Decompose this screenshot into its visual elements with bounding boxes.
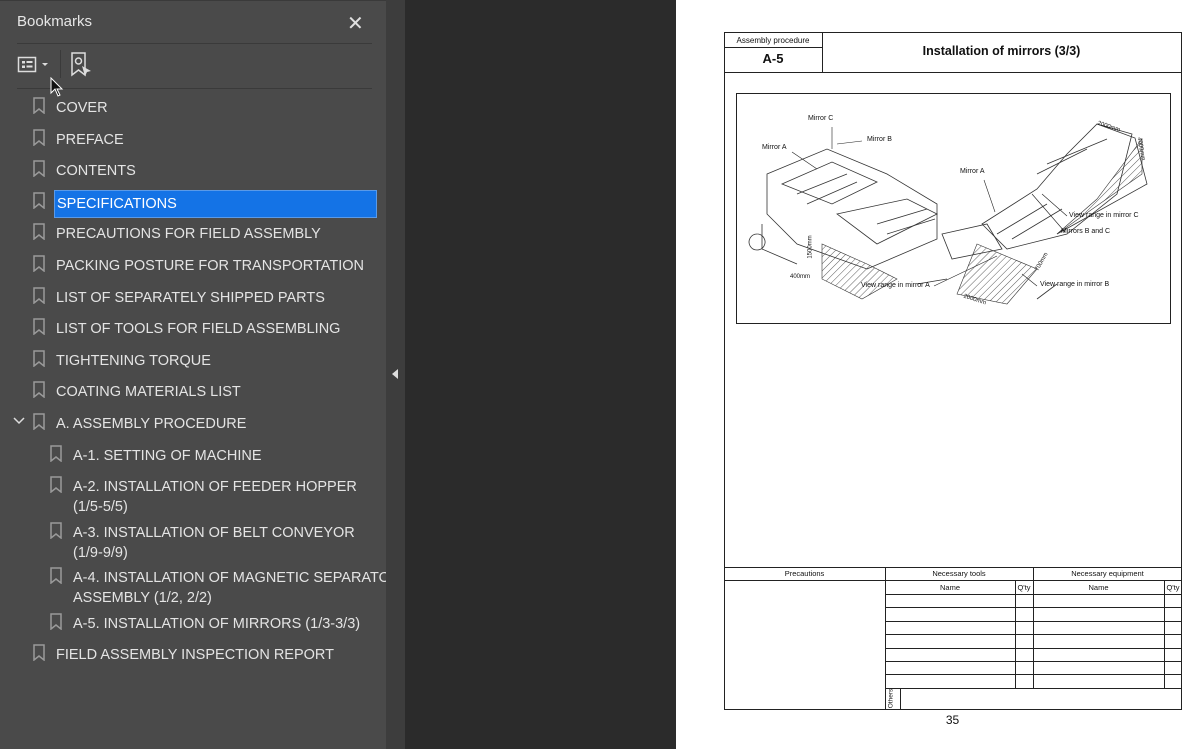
- bookmark-label: A-1. SETTING OF MACHINE: [73, 447, 262, 464]
- bookmark-label-line2: (1/5-5/5): [73, 499, 128, 516]
- header-tools: Necessary tools: [932, 569, 986, 578]
- label-view-b: View range in mirror B: [1040, 281, 1110, 288]
- label-mirrors-bc: Mirrors B and C: [1061, 228, 1111, 235]
- header-qty: Q'ty: [1017, 583, 1031, 592]
- divider: [17, 43, 372, 44]
- bookmark-label: COATING MATERIALS LIST: [56, 384, 241, 401]
- bookmark-icon: [33, 381, 45, 399]
- bookmark-label: COVER: [56, 100, 108, 116]
- page-title: Installation of mirrors (3/3): [922, 44, 1081, 58]
- label-view-c: View range in mirror C: [1069, 212, 1139, 219]
- bookmark-label: PREFACE: [56, 131, 124, 148]
- bookmarks-panel: Bookmarks ✕ COVER PREFACE CONTENTS SPECIFIC…: [0, 0, 400, 749]
- label-view-a: View range in mirror A: [861, 282, 930, 289]
- bookmark-icon: [33, 192, 45, 210]
- bookmark-icon: [33, 350, 45, 368]
- figure: Mirror C Mirror B Mirror A Mirror A View…: [736, 93, 1171, 324]
- bookmark-label: FIELD ASSEMBLY INSPECTION REPORT: [56, 647, 334, 664]
- bookmark-icon: [33, 413, 45, 431]
- label-others: Others: [887, 688, 895, 709]
- bookmark-label: PRECAUTIONS FOR FIELD ASSEMBLY: [56, 226, 321, 243]
- bookmark-label: LIST OF SEPARATELY SHIPPED PARTS: [56, 289, 325, 306]
- panel-title: Bookmarks: [17, 13, 93, 30]
- bookmark-label: CONTENTS: [56, 163, 136, 180]
- bookmark-icon: [33, 97, 45, 115]
- bookmark-icon: [33, 160, 45, 178]
- find-bookmark-button[interactable]: [70, 52, 94, 78]
- bookmark-icon: [33, 644, 45, 662]
- bookmark-label-line2: ASSEMBLY (1/2, 2/2): [73, 590, 212, 607]
- page-number: 35: [945, 713, 960, 727]
- bookmark-icon: [50, 567, 62, 585]
- mouse-cursor-icon: [50, 77, 64, 97]
- chevron-down-icon[interactable]: [12, 414, 26, 428]
- close-icon[interactable]: ✕: [347, 11, 364, 36]
- bookmark-icon: [50, 612, 62, 631]
- bookmark-icon: [33, 255, 45, 273]
- bookmark-label: LIST OF TOOLS FOR FIELD ASSEMBLING: [56, 321, 341, 338]
- bookmark-icon: [33, 128, 45, 147]
- divider: [17, 88, 372, 89]
- header-label: Assembly procedure: [736, 36, 810, 45]
- header-name: Name: [1088, 583, 1109, 592]
- label-mirror-a: Mirror A: [960, 168, 985, 175]
- bookmark-icon: [33, 223, 45, 241]
- bookmark-icon: [50, 476, 62, 494]
- bookmark-icon: [33, 286, 45, 305]
- label-mirror-c: Mirror C: [808, 115, 834, 122]
- document-background: [405, 0, 676, 749]
- bookmark-label-line2: (1/9-9/9): [73, 544, 128, 561]
- list-options-icon: [17, 56, 48, 73]
- label-mirror-a: Mirror A: [762, 144, 787, 151]
- collapse-panel-arrow-icon[interactable]: [392, 369, 398, 379]
- document-page: Assembly procedure A-5 Installation of m…: [676, 0, 1200, 749]
- options-button[interactable]: [17, 53, 53, 77]
- bookmark-icon: [50, 521, 62, 540]
- toolbar-separator: [60, 50, 61, 78]
- procedure-code: A-5: [762, 51, 784, 66]
- bookmark-label: A. ASSEMBLY PROCEDURE: [56, 416, 247, 432]
- header-precautions: Precautions: [784, 569, 825, 578]
- header-qty: Q'ty: [1166, 583, 1180, 592]
- bookmark-label: A-5. INSTALLATION OF MIRRORS (1/3-3/3): [73, 615, 361, 632]
- label-dim: 400mm: [790, 274, 811, 280]
- header-name: Name: [939, 583, 960, 592]
- bookmark-icon: [33, 318, 45, 336]
- find-bookmark-icon: [71, 52, 91, 77]
- bookmark-label: SPECIFICATIONS: [54, 189, 377, 218]
- header-equipment: Necessary equipment: [1071, 569, 1144, 578]
- bookmark-label: TIGHTENING TORQUE: [56, 352, 211, 369]
- bookmark-icon: [50, 444, 62, 463]
- bookmark-label: PACKING POSTURE FOR TRANSPORTATION: [56, 258, 365, 274]
- label-dim: 1500mm: [807, 235, 814, 259]
- label-mirror-b: Mirror B: [867, 136, 892, 143]
